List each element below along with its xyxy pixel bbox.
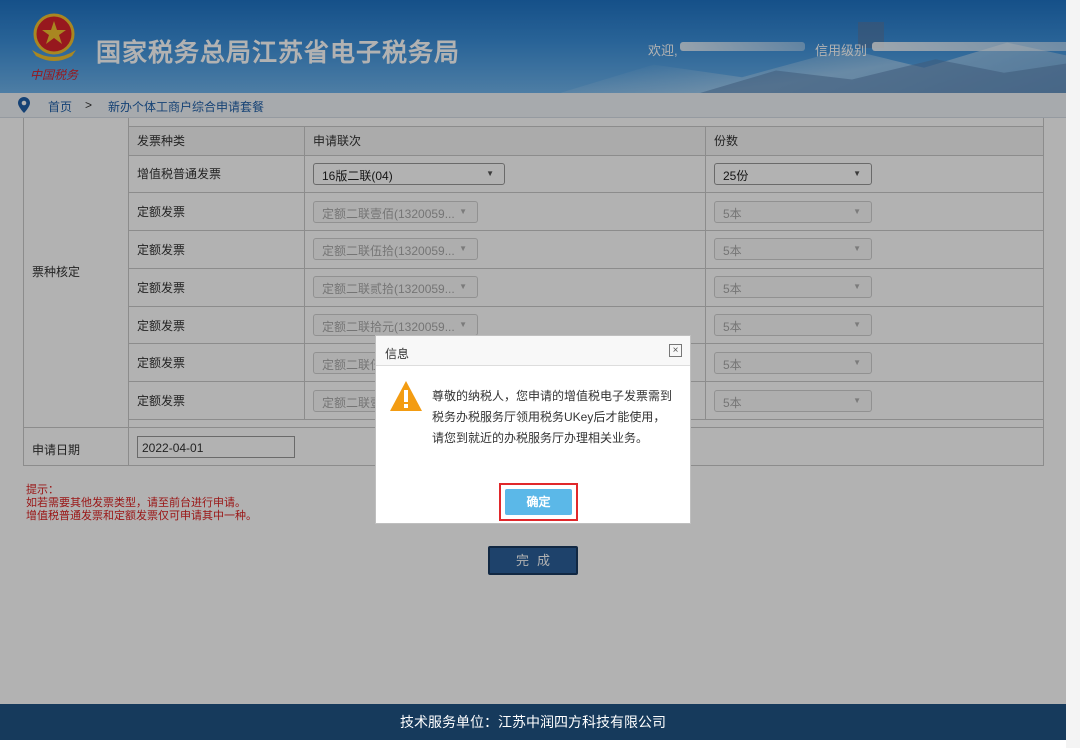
close-icon[interactable]: × — [669, 344, 682, 357]
info-dialog: 信息 × 尊敬的纳税人，您申请的增值税电子发票需到税务办税服务厅领用税务UKey… — [375, 335, 691, 524]
dialog-header: 信息 × — [376, 336, 690, 366]
confirm-button[interactable]: 确定 — [505, 489, 572, 515]
confirm-highlight: 确定 — [499, 483, 578, 521]
footer: 技术服务单位：江苏中润四方科技有限公司 — [0, 704, 1066, 740]
dialog-title: 信息 — [385, 347, 410, 361]
scrollbar[interactable] — [1066, 0, 1080, 748]
dialog-message: 尊敬的纳税人，您申请的增值税电子发票需到税务办税服务厅领用税务UKey后才能使用… — [432, 389, 673, 445]
warning-icon — [390, 381, 422, 411]
